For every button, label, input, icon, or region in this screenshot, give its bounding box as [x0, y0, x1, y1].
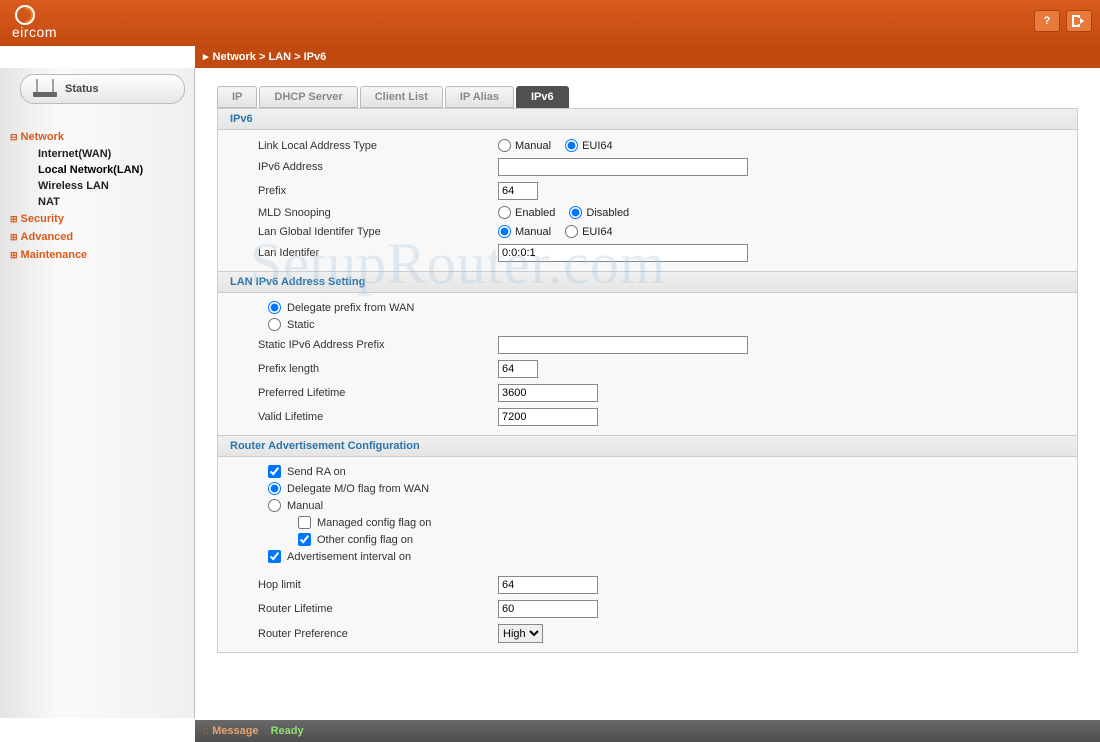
nav-network[interactable]: ⊟Network — [10, 128, 194, 146]
radio-mld-enabled[interactable] — [498, 206, 511, 219]
input-ipv6-address[interactable] — [498, 158, 748, 176]
expand-icon: ⊞ — [10, 232, 18, 242]
breadcrumb-text: Network > LAN > IPv6 — [213, 51, 327, 63]
expand-icon: ⊞ — [10, 214, 18, 224]
label-mld-snooping: MLD Snooping — [218, 207, 498, 219]
input-prefix[interactable] — [498, 182, 538, 200]
config-panel: IPv6 Link Local Address Type Manual EUI6… — [217, 108, 1078, 653]
checkbox-send-ra[interactable] — [268, 465, 281, 478]
nav-wireless-lan[interactable]: Wireless LAN — [10, 178, 194, 194]
nav-maintenance[interactable]: ⊞Maintenance — [10, 246, 194, 264]
sidebar: Status ⊟Network Internet(WAN) Local Netw… — [0, 68, 195, 718]
radio-delegate-mo[interactable] — [268, 482, 281, 495]
label-hop-limit: Hop limit — [218, 579, 498, 591]
nav-nat[interactable]: NAT — [10, 194, 194, 210]
label-link-local-type: Link Local Address Type — [218, 140, 498, 152]
tab-dhcp-server[interactable]: DHCP Server — [259, 86, 357, 108]
help-button[interactable]: ? — [1034, 10, 1060, 32]
label-router-lifetime: Router Lifetime — [218, 603, 498, 615]
status-tab-label: Status — [65, 83, 99, 95]
label-ipv6-address: IPv6 Address — [218, 161, 498, 173]
input-valid-lifetime[interactable] — [498, 408, 598, 426]
input-preferred-lifetime[interactable] — [498, 384, 598, 402]
logo-swirl-icon — [12, 4, 38, 26]
label-prefix: Prefix — [218, 185, 498, 197]
collapse-icon: ⊟ — [10, 132, 18, 142]
radio-link-local-eui64[interactable] — [565, 139, 578, 152]
checkbox-other-flag[interactable] — [298, 533, 311, 546]
brand-logo: eircom — [12, 4, 57, 40]
statusbar-marker-icon: :: — [203, 725, 209, 737]
top-icons: ? — [1034, 10, 1092, 32]
label-router-preference: Router Preference — [218, 628, 498, 640]
radio-mld-disabled[interactable] — [569, 206, 582, 219]
nav-security[interactable]: ⊞Security — [10, 210, 194, 228]
input-hop-limit[interactable] — [498, 576, 598, 594]
tab-client-list[interactable]: Client List — [360, 86, 443, 108]
statusbar-label: Message — [212, 725, 258, 737]
statusbar-value: Ready — [271, 725, 304, 737]
breadcrumb-arrow-icon: ▸ — [203, 51, 209, 63]
group-ipv6: IPv6 — [218, 109, 1077, 130]
nav-internet-wan[interactable]: Internet(WAN) — [10, 146, 194, 162]
logout-button[interactable] — [1066, 10, 1092, 32]
logout-icon — [1072, 15, 1086, 27]
radio-mo-manual[interactable] — [268, 499, 281, 512]
input-router-lifetime[interactable] — [498, 600, 598, 618]
tab-bar: IP DHCP Server Client List IP Alias IPv6 — [217, 86, 1100, 108]
group-lan-ipv6-setting: LAN IPv6 Address Setting — [218, 271, 1077, 293]
group-router-advertisement: Router Advertisement Configuration — [218, 435, 1077, 457]
input-lan-identifier[interactable] — [498, 244, 748, 262]
nav-tree: ⊟Network Internet(WAN) Local Network(LAN… — [0, 128, 194, 264]
main-content: IP DHCP Server Client List IP Alias IPv6… — [195, 68, 1100, 718]
checkbox-adv-interval[interactable] — [268, 550, 281, 563]
label-lan-global-id-type: Lan Global Identifer Type — [218, 226, 498, 238]
radio-static-prefix[interactable] — [268, 318, 281, 331]
input-prefix-length[interactable] — [498, 360, 538, 378]
nav-advanced[interactable]: ⊞Advanced — [10, 228, 194, 246]
radio-lan-global-manual[interactable] — [498, 225, 511, 238]
status-tab[interactable]: Status — [20, 74, 185, 104]
label-lan-identifier: Lan Identifer — [218, 247, 498, 259]
expand-icon: ⊞ — [10, 250, 18, 260]
nav-local-network-lan[interactable]: Local Network(LAN) — [10, 162, 194, 178]
radio-link-local-manual[interactable] — [498, 139, 511, 152]
breadcrumb: ▸ Network > LAN > IPv6 — [195, 46, 1100, 68]
input-static-prefix[interactable] — [498, 336, 748, 354]
tab-ipv6[interactable]: IPv6 — [516, 86, 569, 108]
label-static-ipv6-prefix: Static IPv6 Address Prefix — [218, 339, 498, 351]
select-router-preference[interactable]: High — [498, 624, 543, 643]
label-valid-lifetime: Valid Lifetime — [218, 411, 498, 423]
radio-lan-global-eui64[interactable] — [565, 225, 578, 238]
label-prefix-length: Prefix length — [218, 363, 498, 375]
status-bar: :: Message Ready — [195, 720, 1100, 742]
router-device-icon — [31, 78, 59, 100]
label-preferred-lifetime: Preferred Lifetime — [218, 387, 498, 399]
tab-ip-alias[interactable]: IP Alias — [445, 86, 514, 108]
brand-text: eircom — [12, 24, 57, 40]
checkbox-managed-flag[interactable] — [298, 516, 311, 529]
help-icon: ? — [1044, 15, 1051, 27]
radio-delegate-prefix[interactable] — [268, 301, 281, 314]
tab-ip[interactable]: IP — [217, 86, 257, 108]
topbar: eircom ? — [0, 0, 1100, 46]
